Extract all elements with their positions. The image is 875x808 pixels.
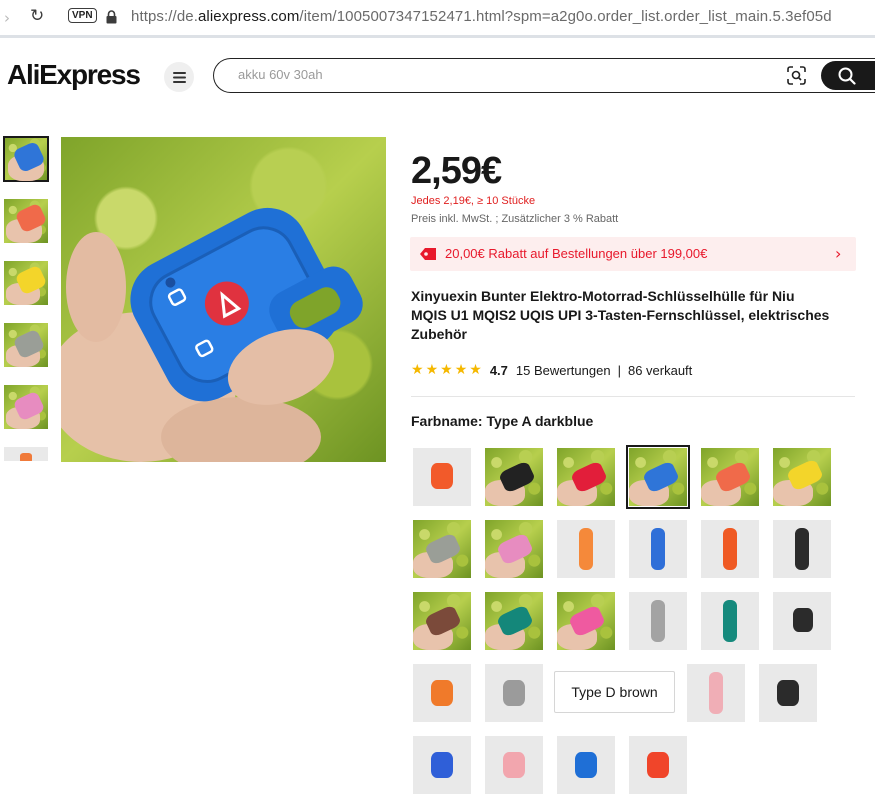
separator: |: [617, 362, 621, 378]
thumbnail-list: [3, 136, 49, 479]
lock-icon[interactable]: [106, 10, 117, 29]
thumbnail-1[interactable]: [3, 136, 49, 182]
color-swatch[interactable]: [557, 448, 615, 506]
thumbnail-4[interactable]: [4, 323, 48, 367]
color-swatch[interactable]: [485, 664, 543, 722]
star-icon: ★: [425, 362, 439, 378]
hamburger-icon: [172, 71, 186, 83]
color-name-label: Farbname: Type A darkblue: [411, 413, 594, 429]
color-swatch[interactable]: [773, 520, 831, 578]
color-swatch[interactable]: [629, 736, 687, 794]
thumbnail-3[interactable]: [4, 261, 48, 305]
color-swatch[interactable]: [413, 592, 471, 650]
product-price: 2,59€: [411, 150, 502, 192]
color-swatch[interactable]: [485, 592, 543, 650]
forward-arrow-icon[interactable]: ›: [4, 9, 10, 27]
star-icon: ★: [469, 362, 482, 378]
browser-toolbar: › ↻ VPN https://de.aliexpress.com/item/1…: [0, 0, 875, 38]
sold-count: 86 verkauft: [627, 362, 693, 378]
thumbnail-5[interactable]: [4, 385, 48, 429]
color-swatch[interactable]: [485, 736, 543, 794]
color-swatch[interactable]: [485, 520, 543, 578]
color-swatch[interactable]: [629, 520, 687, 578]
star-icon: ★: [411, 362, 424, 378]
color-swatch[interactable]: [773, 592, 831, 650]
search-input[interactable]: akku 60v 30ah: [238, 67, 323, 82]
vpn-badge[interactable]: VPN: [68, 8, 97, 23]
color-swatch-selected[interactable]: [626, 445, 690, 509]
color-swatch[interactable]: [773, 448, 831, 506]
color-swatch[interactable]: [701, 448, 759, 506]
star-icon: ★: [440, 362, 453, 378]
url-host: aliexpress.com: [197, 8, 300, 25]
rating-score: 4.7: [489, 362, 508, 378]
rating-row: ★ ★ ★ ★ ★ 4.7 15 Bewertungen | 86 verkau…: [411, 360, 692, 380]
main-product-image[interactable]: [61, 137, 386, 462]
color-swatch[interactable]: [557, 592, 615, 650]
product-photo: [61, 207, 363, 462]
reviews-link[interactable]: 15 Bewertungen: [516, 363, 611, 378]
color-swatch[interactable]: [557, 736, 615, 794]
divider: [411, 396, 855, 397]
color-swatch[interactable]: [629, 592, 687, 650]
search-icon: [838, 67, 856, 85]
color-swatch[interactable]: [557, 520, 615, 578]
color-swatch[interactable]: [413, 736, 471, 794]
url-prefix: https://de.: [131, 8, 198, 25]
url-path: /item/1005007347152471.html?spm=a2g0o.or…: [299, 8, 832, 25]
search-button[interactable]: [821, 61, 875, 90]
coupon-banner[interactable]: 20,00€ Rabatt auf Bestellungen über 199,…: [410, 237, 856, 271]
image-search-icon[interactable]: [787, 66, 806, 90]
color-swatch[interactable]: [413, 664, 471, 722]
vat-note: Preis inkl. MwSt. ; Zusätzlicher 3 % Rab…: [411, 213, 619, 225]
color-swatch[interactable]: [759, 664, 817, 722]
thumbnail-6[interactable]: [4, 447, 48, 461]
bulk-price-note: Jedes 2,19€, ≥ 10 Stücke: [411, 195, 536, 207]
product-title: Xinyuexin Bunter Elektro-Motorrad-Schlüs…: [411, 288, 830, 342]
color-swatch[interactable]: [687, 664, 745, 722]
color-swatch[interactable]: [413, 520, 471, 578]
star-rating: ★ ★ ★ ★ ★: [411, 363, 482, 377]
thumbnail-2[interactable]: [4, 199, 48, 243]
coupon-text: 20,00€ Rabatt auf Bestellungen über 199,…: [445, 246, 708, 261]
color-swatch[interactable]: [701, 520, 759, 578]
color-swatch[interactable]: [485, 448, 543, 506]
search-bar: akku 60v 30ah: [213, 58, 875, 93]
aliexpress-logo[interactable]: AliExpress: [7, 59, 141, 91]
tag-icon: [419, 247, 437, 266]
star-icon: ★: [454, 362, 468, 378]
menu-button[interactable]: [164, 62, 194, 92]
color-swatch[interactable]: [701, 592, 759, 650]
chevron-right-icon: ›: [835, 244, 842, 263]
color-swatch[interactable]: [413, 448, 471, 506]
reload-icon[interactable]: ↻: [30, 6, 44, 26]
color-tooltip: Type D brown: [554, 671, 675, 713]
address-bar[interactable]: https://de.aliexpress.com/item/100500734…: [131, 8, 832, 25]
